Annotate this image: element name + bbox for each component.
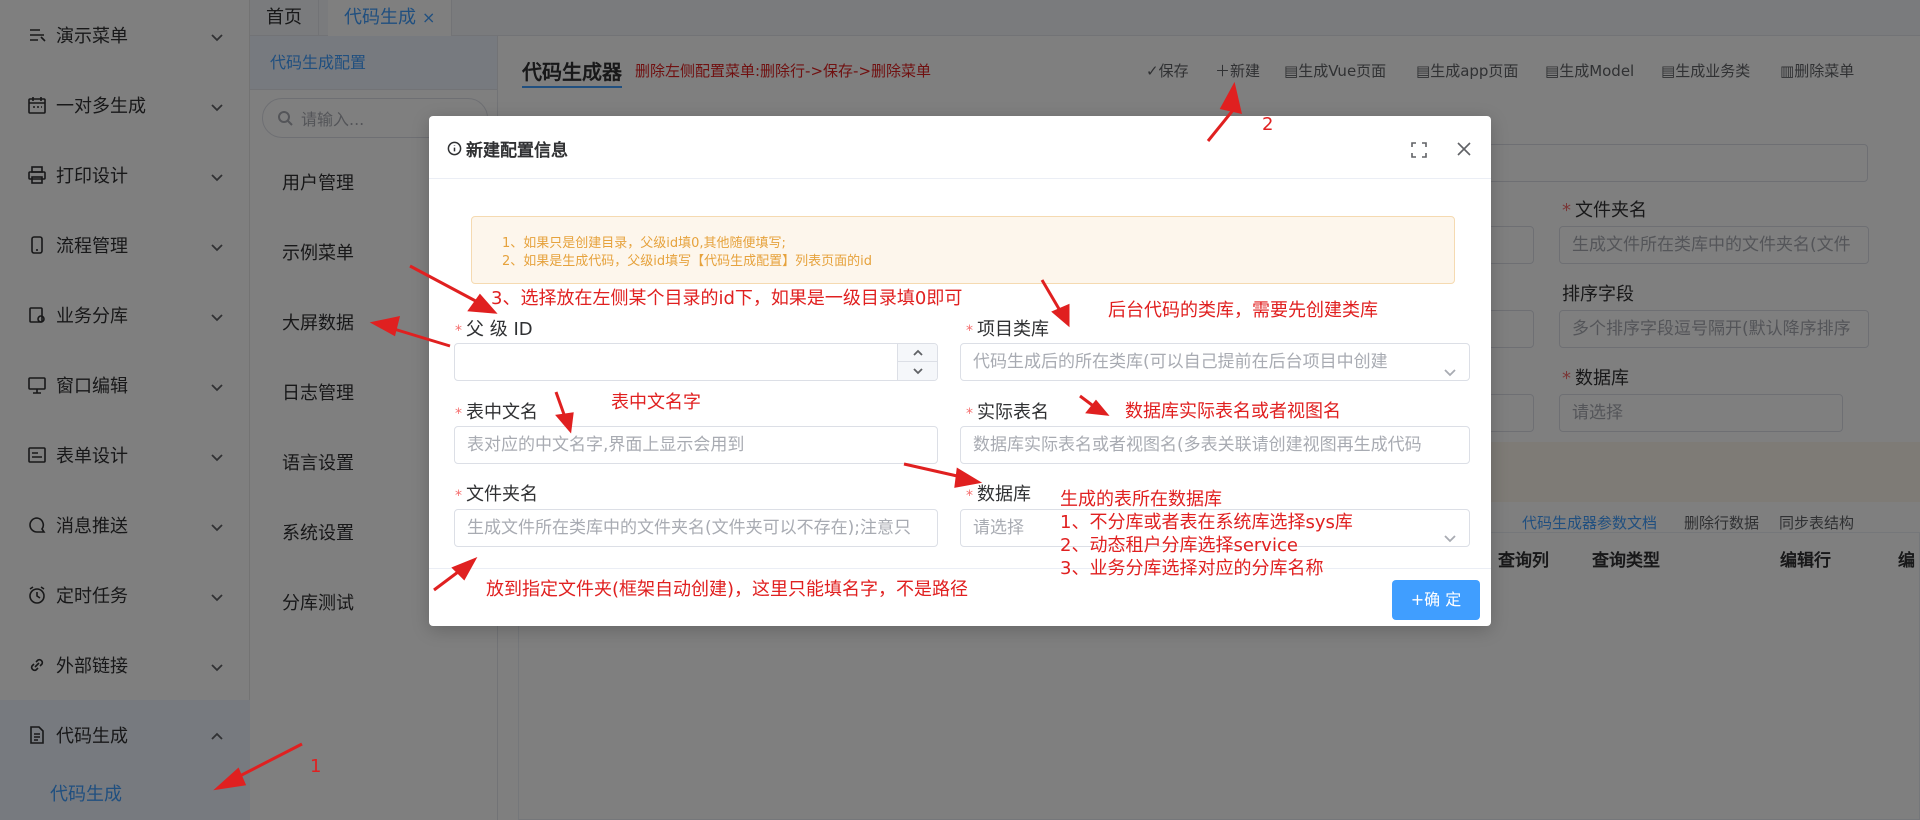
input-placeholder: 表对应的中文名字,界面上显示会用到 bbox=[467, 435, 745, 455]
label-text: 表中文名 bbox=[466, 402, 538, 423]
info-icon bbox=[447, 141, 462, 156]
annotation-line: 3、业务分库选择对应的分库名称 bbox=[1060, 558, 1324, 579]
annotation-project-lib: 后台代码的类库，需要先创建类库 bbox=[1108, 300, 1378, 321]
annotation-line: 1、不分库或者表在系统库选择sys库 bbox=[1060, 512, 1353, 533]
label-text: 实际表名 bbox=[977, 402, 1049, 423]
label-text: 文件夹名 bbox=[466, 484, 538, 505]
annotation-step-2: 2 bbox=[1262, 114, 1274, 135]
project-lib-label: * 项目类库 bbox=[966, 315, 1049, 341]
input-placeholder: 生成文件所在类库中的文件夹名(文件夹可以不存在);注意只 bbox=[467, 518, 911, 538]
label-text: 项目类库 bbox=[977, 319, 1049, 340]
number-stepper bbox=[897, 344, 937, 380]
annotation-line: 2、动态租户分库选择service bbox=[1060, 535, 1298, 556]
table-cn-input[interactable]: 表对应的中文名字,界面上显示会用到 bbox=[454, 426, 938, 464]
table-cn-label: * 表中文名 bbox=[455, 398, 538, 424]
required-mark: * bbox=[966, 488, 973, 504]
confirm-button[interactable]: +确 定 bbox=[1392, 580, 1480, 620]
annotation-table-cn: 表中文名字 bbox=[611, 392, 701, 413]
required-mark: * bbox=[455, 406, 462, 422]
required-mark: * bbox=[455, 323, 462, 339]
parent-id-label: * 父 级 ID bbox=[455, 315, 533, 341]
select-placeholder: 代码生成后的所在类库(可以自己提前在后台项目中创建 bbox=[973, 352, 1388, 372]
label-text: 父 级 ID bbox=[466, 319, 533, 340]
dialog-title-text: 新建配置信息 bbox=[466, 141, 568, 161]
annotation-database: 生成的表所在数据库 1、不分库或者表在系统库选择sys库 2、动态租户分库选择s… bbox=[1060, 488, 1353, 580]
decrement-button[interactable] bbox=[898, 362, 937, 380]
annotation-folder: 放到指定文件夹(框架自动创建)，这里只能填名字，不是路径 bbox=[486, 579, 969, 600]
annotation-step-1: 1 bbox=[310, 756, 322, 777]
alert-line: 2、如果是生成代码，父级id填写【代码生成配置】列表页面的id bbox=[502, 254, 872, 269]
table-real-input[interactable]: 数据库实际表名或者视图名(多表关联请创建视图再生成代码 bbox=[960, 426, 1470, 464]
folder-label: * 文件夹名 bbox=[455, 480, 538, 506]
close-icon[interactable] bbox=[1455, 140, 1473, 158]
warning-alert: 1、如果只是创建目录，父级id填0,其他随便填写; 2、如果是生成代码，父级id… bbox=[471, 216, 1455, 284]
label-text: 数据库 bbox=[977, 484, 1031, 505]
project-lib-select[interactable]: 代码生成后的所在类库(可以自己提前在后台项目中创建 bbox=[960, 343, 1470, 381]
folder-input[interactable]: 生成文件所在类库中的文件夹名(文件夹可以不存在);注意只 bbox=[454, 509, 938, 547]
table-real-label: * 实际表名 bbox=[966, 398, 1049, 424]
alert-line: 1、如果只是创建目录，父级id填0,其他随便填写; bbox=[502, 236, 786, 251]
dialog-divider bbox=[429, 178, 1491, 179]
annotation-parent-id: 3、选择放在左侧某个目录的id下，如果是一级目录填0即可 bbox=[491, 288, 963, 309]
dialog-title: 新建配置信息 bbox=[447, 136, 568, 161]
fullscreen-icon[interactable] bbox=[1410, 141, 1428, 159]
chevron-down-icon bbox=[1443, 522, 1457, 543]
increment-button[interactable] bbox=[898, 344, 937, 362]
input-placeholder: 数据库实际表名或者视图名(多表关联请创建视图再生成代码 bbox=[973, 435, 1422, 455]
annotation-line: 生成的表所在数据库 bbox=[1060, 489, 1222, 510]
required-mark: * bbox=[455, 488, 462, 504]
parent-id-input[interactable] bbox=[454, 343, 938, 381]
required-mark: * bbox=[966, 406, 973, 422]
database-label: * 数据库 bbox=[966, 480, 1031, 506]
required-mark: * bbox=[966, 323, 973, 339]
chevron-down-icon bbox=[1443, 356, 1457, 377]
annotation-table-real: 数据库实际表名或者视图名 bbox=[1125, 401, 1341, 422]
